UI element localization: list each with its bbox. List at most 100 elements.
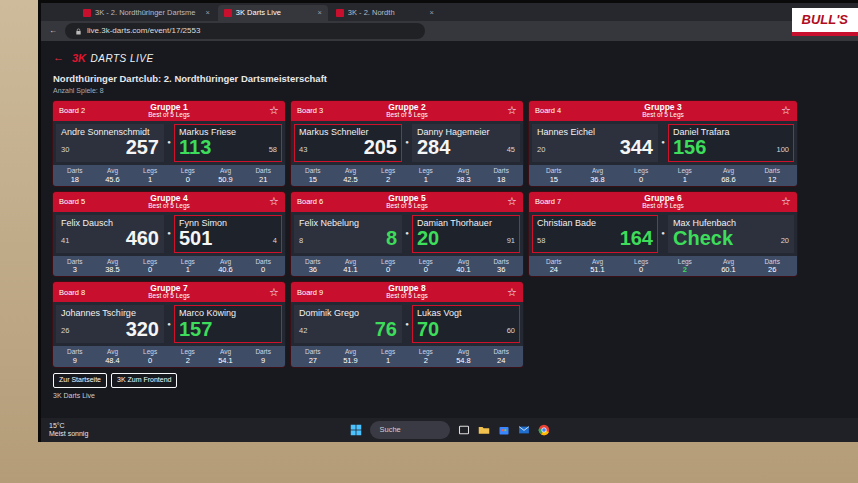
windows-start-icon xyxy=(350,424,362,436)
player-stats: LegsAvgDarts140.60 xyxy=(169,258,282,275)
tv-screen: 3K - 2. Nordthüringer Dartsme×3K Darts L… xyxy=(38,0,858,442)
stat-label: Legs xyxy=(619,167,663,175)
match-card[interactable]: Board 9Gruppe 8Best of 5 Legs☆Dominik Gr… xyxy=(291,282,523,367)
favorite-star[interactable]: ☆ xyxy=(235,105,279,116)
weather-widget[interactable]: 15°CMeist sonnig xyxy=(49,422,350,438)
app-back-button[interactable]: ← xyxy=(53,49,64,66)
player-panel: Damian Thorhauer2091 xyxy=(412,215,520,253)
board-label: Board 9 xyxy=(297,287,341,298)
stat-value: 0 xyxy=(369,265,407,274)
player-stats: DartsAvgLegs1542.52 xyxy=(294,167,407,184)
favorite-star[interactable]: ☆ xyxy=(235,196,279,207)
app-logo[interactable]: 3K DARTS LIVE xyxy=(72,45,154,69)
score-line: 26 320 xyxy=(61,319,159,340)
favorite-star[interactable]: ☆ xyxy=(473,287,517,298)
stat-label: Avg xyxy=(576,167,620,175)
last-throw: 58 xyxy=(269,144,277,158)
player-panel: Felix Nebelung88 xyxy=(294,215,402,253)
stat-label: Avg xyxy=(332,258,370,266)
favorite-star[interactable]: ☆ xyxy=(747,196,791,207)
player-score: Check xyxy=(673,228,733,249)
player-stats: DartsAvgLegs1845.61 xyxy=(56,167,169,184)
address-field[interactable]: live.3k-darts.com/event/17/2553 xyxy=(65,23,425,39)
browser-tab[interactable]: 3K - 2. Nordth× xyxy=(330,5,440,21)
folder-icon xyxy=(478,424,490,436)
stat-label: Avg xyxy=(207,258,245,266)
last-throw: 26 xyxy=(61,325,69,339)
tab-close[interactable]: × xyxy=(311,7,321,18)
back-button[interactable]: ← xyxy=(49,25,57,37)
browser-tab[interactable]: 3K - 2. Nordthüringer Dartsme × xyxy=(77,5,216,21)
board-column: Board 3Gruppe 2Best of 5 Legs☆Markus Sch… xyxy=(291,101,523,367)
stat-value: 45.6 xyxy=(94,175,132,184)
stat-value: 54.1 xyxy=(207,356,245,365)
stat-value: 0 xyxy=(619,265,663,274)
footer-brand: 3K Darts Live xyxy=(53,391,285,402)
match-card[interactable]: Board 8Gruppe 7Best of 5 Legs☆Johannes T… xyxy=(53,282,285,367)
match-header: Board 3Gruppe 2Best of 5 Legs☆ xyxy=(291,101,523,121)
player-score: 320 xyxy=(126,319,159,340)
group-label: Gruppe 5 xyxy=(341,194,473,203)
match-card[interactable]: Board 3Gruppe 2Best of 5 Legs☆Markus Sch… xyxy=(291,101,523,186)
chrome-icon xyxy=(538,424,550,436)
format-label: Best of 5 Legs xyxy=(341,112,473,119)
taskbar-search[interactable]: Suche xyxy=(370,421,450,438)
player-panel: Marco Köwing157 xyxy=(174,305,282,343)
player-stats: DartsAvgLegs1536.80 xyxy=(532,167,663,184)
address-bar: ← live.3k-darts.com/event/17/2553 xyxy=(41,21,858,41)
favorite-star[interactable]: ☆ xyxy=(473,105,517,116)
last-throw: 41 xyxy=(61,235,69,249)
stat-value: 9 xyxy=(244,356,282,365)
footer-button[interactable]: Zur Startseite xyxy=(53,373,107,387)
tab-close[interactable]: × xyxy=(199,7,209,18)
weather-temp: 15°C xyxy=(49,422,350,430)
player-panel: Daniel Trafara156100 xyxy=(668,124,794,162)
stat-label: Darts xyxy=(244,258,282,266)
stat-label: Legs xyxy=(663,167,707,175)
stat-value: 38.5 xyxy=(94,265,132,274)
stats-bar: DartsAvgLegs2751.91LegsAvgDarts254.824 xyxy=(291,346,523,367)
stat-label: Darts xyxy=(482,167,520,175)
player-panel: Andre Sonnenschmidt30257 xyxy=(56,124,164,162)
stat-label: Avg xyxy=(445,348,483,356)
match-card[interactable]: Board 7Gruppe 6Best of 5 Legs☆Christian … xyxy=(529,192,797,277)
players-row: Markus Schneller43205●Danny Hagemeier284… xyxy=(291,121,523,165)
player-name: Marco Köwing xyxy=(179,308,277,318)
match-card[interactable]: Board 2Gruppe 1Best of 5 Legs☆Andre Sonn… xyxy=(53,101,285,186)
favorite-star[interactable]: ☆ xyxy=(473,196,517,207)
format-label: Best of 5 Legs xyxy=(579,203,747,210)
favorite-star[interactable]: ☆ xyxy=(235,287,279,298)
player-name: Johannes Tschirge xyxy=(61,308,159,318)
match-card[interactable]: Board 6Gruppe 5Best of 5 Legs☆Felix Nebe… xyxy=(291,192,523,277)
player-name: Markus Friese xyxy=(179,127,277,137)
serve-dot: ● xyxy=(404,138,410,147)
browser-tab[interactable]: 3K Darts Live× xyxy=(218,5,328,21)
players-row: Andre Sonnenschmidt30257●Markus Friese11… xyxy=(53,121,285,165)
stat-label: Avg xyxy=(94,167,132,175)
stats-bar: DartsAvgLegs1845.61LegsAvgDarts050.921 xyxy=(53,165,285,186)
favorite-star[interactable]: ☆ xyxy=(747,105,791,116)
player-stats: LegsAvgDarts050.921 xyxy=(169,167,282,184)
tab-close[interactable]: × xyxy=(423,7,433,18)
board-column: Board 4Gruppe 3Best of 5 Legs☆Hannes Eic… xyxy=(529,101,797,277)
stat-value: 36.8 xyxy=(576,175,620,184)
match-card[interactable]: Board 4Gruppe 3Best of 5 Legs☆Hannes Eic… xyxy=(529,101,797,186)
match-card[interactable]: Board 5Gruppe 4Best of 5 Legs☆Felix Daus… xyxy=(53,192,285,277)
stat-value: 24 xyxy=(532,265,576,274)
stat-value: 0 xyxy=(169,175,207,184)
format-label: Best of 5 Legs xyxy=(341,293,473,300)
favicon-icon xyxy=(224,9,232,17)
browser-window: 3K - 2. Nordthüringer Dartsme×3K Darts L… xyxy=(41,3,858,442)
footer-button[interactable]: 3K Zum Frontend xyxy=(111,373,177,387)
logo-text: DARTS LIVE xyxy=(91,53,154,64)
score-line: 11358 xyxy=(179,137,277,158)
players-row: Dominik Grego4276●Lukas Vogt7060 xyxy=(291,302,523,346)
player-name: Felix Nebelung xyxy=(299,218,397,228)
taskbar: 15°CMeist sonnig Suche xyxy=(41,418,858,442)
tab-label: 3K - 2. Nordthüringer Dartsme xyxy=(95,7,195,18)
mail-icon xyxy=(518,424,530,436)
stats-bar: DartsAvgLegs2451.10LegsAvgDarts260.126 xyxy=(529,256,797,277)
player-name: Andre Sonnenschmidt xyxy=(61,127,159,137)
stat-label: Darts xyxy=(750,167,794,175)
stat-value: 27 xyxy=(294,356,332,365)
